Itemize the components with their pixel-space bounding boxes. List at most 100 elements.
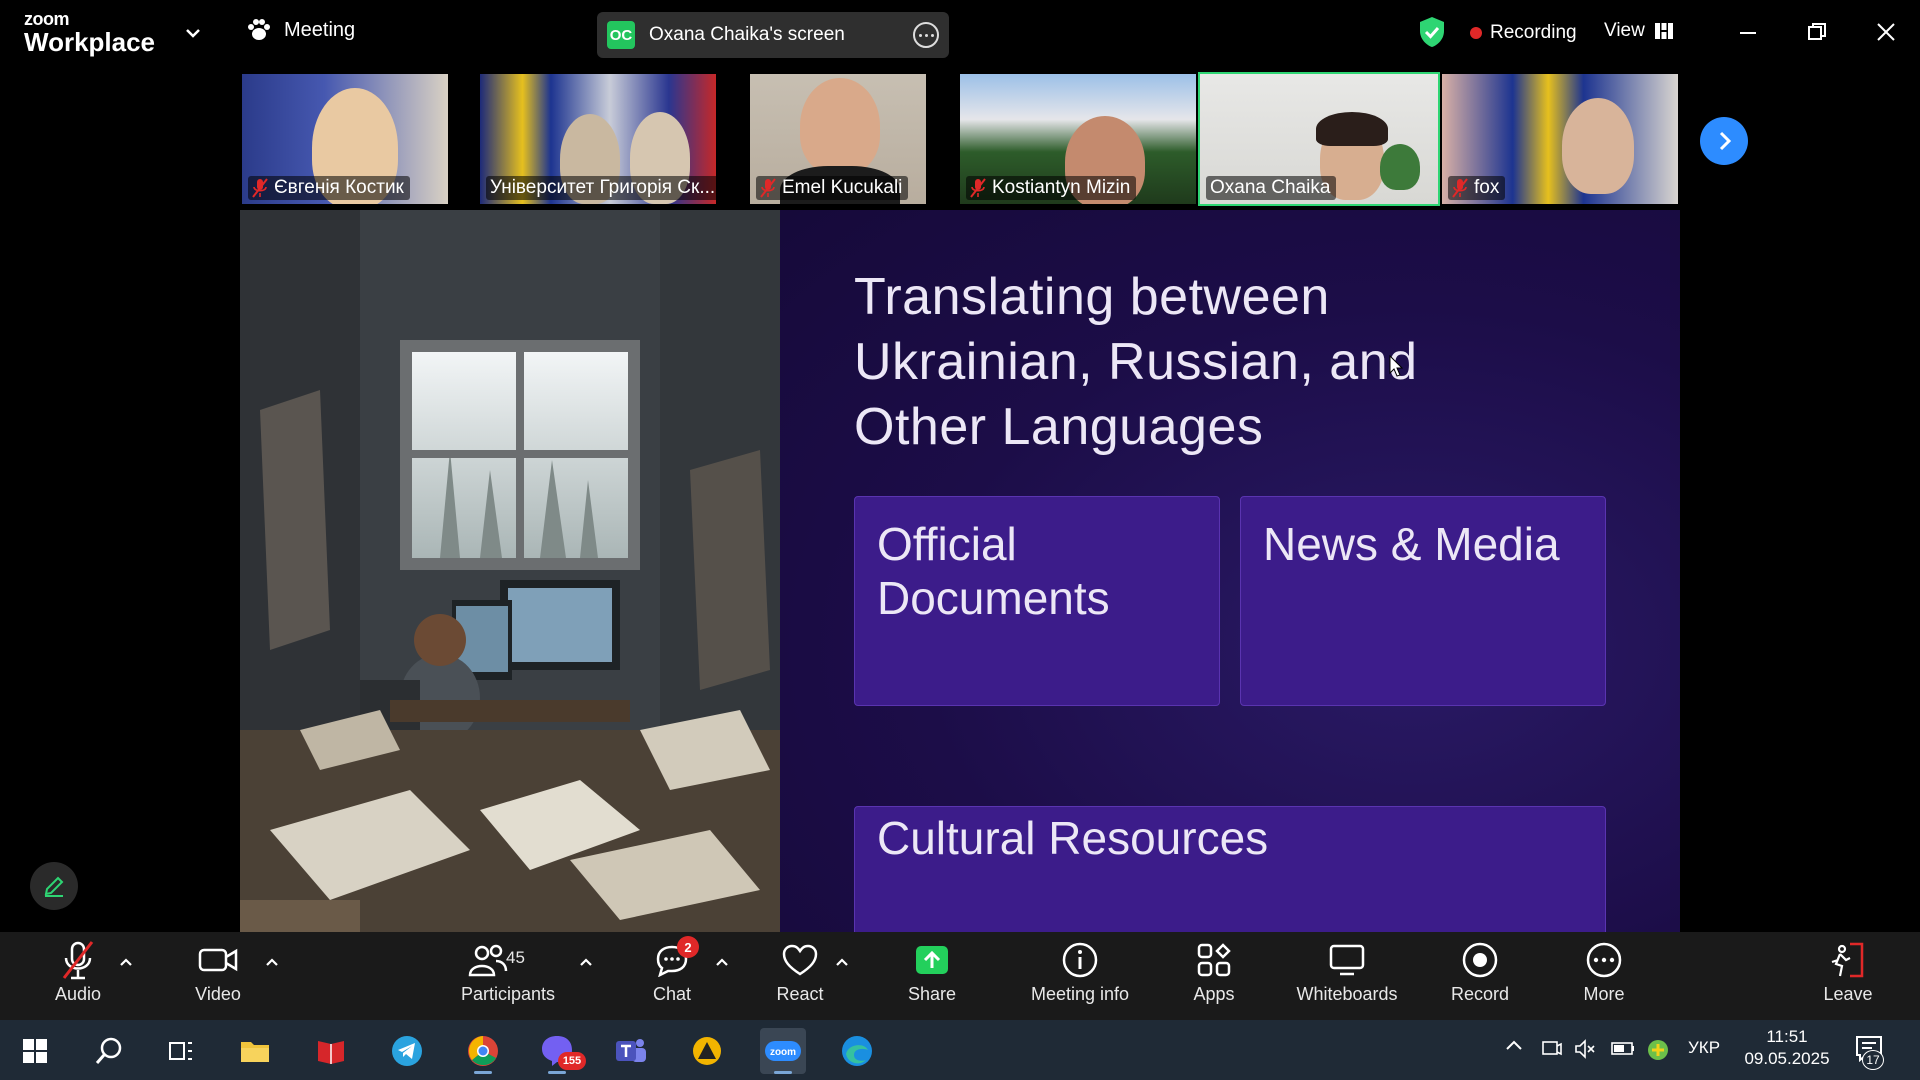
card-title: News & Media <box>1263 518 1560 570</box>
volume-tray-icon[interactable] <box>1574 1038 1596 1060</box>
windows-taskbar: 155 zoom <box>0 1020 1920 1080</box>
view-label: View <box>1604 20 1645 41</box>
task-view-icon <box>169 1042 192 1060</box>
start-button[interactable] <box>12 1028 58 1074</box>
file-explorer-taskbar[interactable] <box>232 1028 278 1074</box>
apps-button[interactable]: Apps <box>1184 938 1244 1018</box>
zoom-taskbar[interactable]: zoom <box>760 1028 806 1074</box>
minimize-button[interactable] <box>1728 14 1768 50</box>
shield-check-icon[interactable] <box>1418 16 1446 48</box>
shared-screen-indicator[interactable]: OC Oxana Chaika's screen <box>597 12 949 58</box>
chat-bubble-icon: 2 <box>649 936 699 982</box>
meeting-menu-button[interactable]: Meeting <box>246 18 355 42</box>
video-tile[interactable]: fox <box>1440 72 1680 206</box>
plant <box>1380 144 1420 190</box>
chat-button[interactable]: 2 Chat <box>642 936 702 1018</box>
security-tray-icon[interactable] <box>1646 1038 1670 1062</box>
view-button[interactable]: View <box>1604 20 1673 42</box>
video-tile[interactable]: Євгенія Костик <box>240 72 450 206</box>
pencil-icon <box>44 876 64 897</box>
search-button[interactable] <box>86 1028 132 1074</box>
minimize-icon <box>1740 32 1756 34</box>
zoom-logo: zoom Workplace <box>24 10 155 56</box>
participant-name-tag: Kostiantyn Mizin <box>966 176 1137 200</box>
info-icon <box>1057 938 1103 982</box>
viber-badge: 155 <box>558 1052 586 1070</box>
presenter-avatar: OC <box>607 21 635 49</box>
mouse-cursor-icon <box>1389 355 1403 377</box>
participants-button[interactable]: 45 Participants <box>458 938 558 1018</box>
participant-name-tag: Emel Kucukali <box>756 176 909 200</box>
audio-options-caret-icon[interactable] <box>118 956 134 968</box>
video-tile[interactable]: Університет Григорія Ск... <box>478 72 718 206</box>
video-button[interactable]: Video <box>188 938 248 1018</box>
chrome-taskbar[interactable] <box>460 1028 506 1074</box>
pdf-book-icon <box>318 1041 344 1064</box>
logo-brand-top: zoom <box>24 9 70 29</box>
participant-video <box>800 78 880 174</box>
pdf-reader-taskbar[interactable] <box>308 1028 354 1074</box>
close-icon <box>1877 23 1895 41</box>
task-view-button[interactable] <box>158 1028 204 1074</box>
participants-options-caret-icon[interactable] <box>578 956 594 968</box>
chevron-down-icon[interactable] <box>182 22 204 44</box>
participants-count: 45 <box>506 948 525 967</box>
video-tile[interactable]: Emel Kucukali <box>748 72 928 206</box>
room-illustration <box>240 210 780 932</box>
more-label: More <box>1583 984 1625 1004</box>
record-button[interactable]: Record <box>1450 938 1510 1018</box>
meeting-info-button[interactable]: Meeting info <box>1030 938 1130 1018</box>
participants-label: Participants <box>460 984 556 1004</box>
react-options-caret-icon[interactable] <box>834 956 850 968</box>
participant-name: Emel Kucukali <box>782 177 903 198</box>
shared-screen-label: Oxana Chaika's screen <box>649 24 845 45</box>
whiteboards-button[interactable]: Whiteboards <box>1292 938 1402 1018</box>
video-tile[interactable]: Kostiantyn Mizin <box>958 72 1198 206</box>
shared-screen-content: Translating between Ukrainian, Russian, … <box>240 210 1680 932</box>
viber-taskbar[interactable]: 155 <box>534 1028 586 1074</box>
logo-brand-bottom: Workplace <box>24 27 156 57</box>
leave-button[interactable]: Leave <box>1818 938 1878 1018</box>
teams-taskbar[interactable] <box>608 1028 654 1074</box>
input-language-indicator[interactable]: УКР <box>1688 1038 1720 1058</box>
chat-options-caret-icon[interactable] <box>714 956 730 968</box>
close-button[interactable] <box>1866 14 1906 50</box>
meet-now-icon <box>1542 1041 1562 1056</box>
annotate-button[interactable] <box>30 862 78 910</box>
react-button[interactable]: React <box>770 938 830 1018</box>
telegram-icon <box>392 1036 422 1066</box>
video-options-caret-icon[interactable] <box>264 956 280 968</box>
recording-indicator[interactable]: Recording <box>1470 22 1577 44</box>
slide-card-news-media: News & Media <box>1240 496 1606 706</box>
battery-tray-icon[interactable] <box>1610 1038 1636 1058</box>
participant-name-tag: fox <box>1448 176 1506 200</box>
restore-button[interactable] <box>1797 14 1837 50</box>
teams-icon <box>616 1039 646 1062</box>
video-tile-active-speaker[interactable]: Oxana Chaika <box>1198 72 1440 206</box>
audio-label: Audio <box>54 984 102 1004</box>
share-button[interactable]: Share <box>902 938 962 1018</box>
edge-taskbar[interactable] <box>834 1028 880 1074</box>
participant-name: fox <box>1474 177 1500 198</box>
edge-icon <box>842 1036 872 1066</box>
record-icon <box>1457 938 1503 982</box>
show-hidden-icons-button[interactable] <box>1504 1038 1524 1052</box>
running-indicator <box>548 1071 566 1074</box>
muted-mic-icon <box>1452 178 1468 198</box>
vpn-app-taskbar[interactable] <box>684 1028 730 1074</box>
next-page-button[interactable] <box>1700 117 1748 165</box>
audio-button[interactable]: Audio <box>48 938 108 1018</box>
telegram-taskbar[interactable] <box>384 1028 430 1074</box>
participant-name: Євгенія Костик <box>274 177 404 198</box>
more-options-icon[interactable] <box>913 22 939 48</box>
slide-text-panel: Translating between Ukrainian, Russian, … <box>780 210 1680 932</box>
share-label: Share <box>907 984 957 1004</box>
slide-card-official-documents: Official Documents <box>854 496 1220 706</box>
camera-tray-icon[interactable] <box>1541 1038 1563 1060</box>
more-button[interactable]: More <box>1574 938 1634 1018</box>
participants-icon: 45 <box>458 938 558 982</box>
title-bar: zoom Workplace Meeting OC Oxana Chaika's… <box>0 0 1920 70</box>
meeting-info-label: Meeting info <box>1030 984 1130 1004</box>
participant-name: Kostiantyn Mizin <box>992 177 1131 198</box>
system-clock[interactable]: 11:51 09.05.2025 <box>1740 1026 1834 1070</box>
